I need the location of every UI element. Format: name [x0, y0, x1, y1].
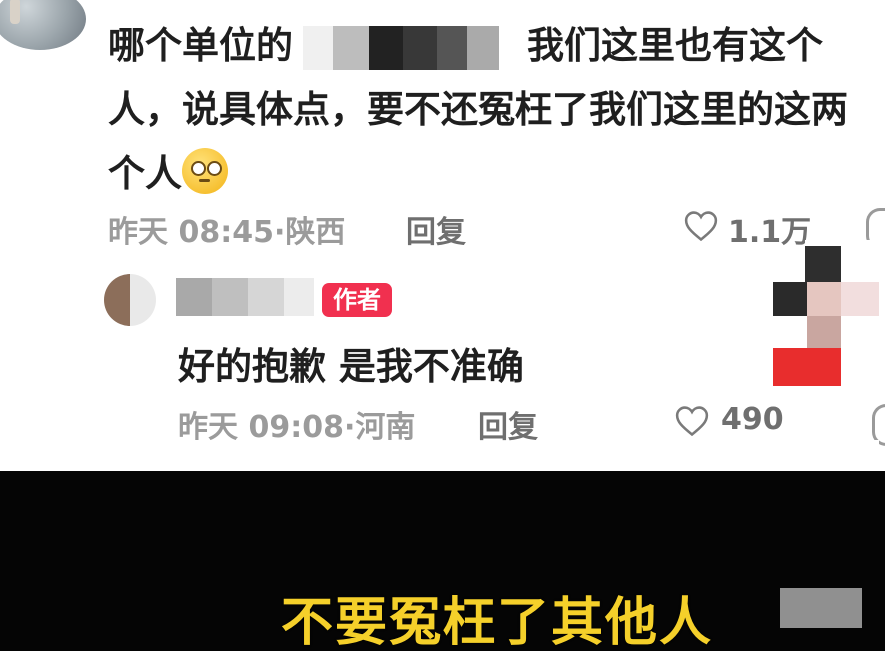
reply-text: 好的抱歉 是我不准确	[178, 345, 524, 388]
reply-time: 昨天 09:08	[178, 410, 344, 445]
redacted-name	[303, 25, 499, 70]
comment-meta: 昨天 08:45·陕西	[108, 215, 346, 250]
comment-time: 昨天 08:45	[108, 215, 274, 250]
video-subtitle: 不要冤枉了其他人	[281, 593, 714, 653]
reply-button[interactable]: 回复	[478, 402, 538, 446]
author-avatar[interactable]	[104, 274, 156, 326]
reply-meta: 昨天 09:08·河南	[178, 410, 416, 445]
redacted-author-name	[176, 278, 314, 316]
watermark	[780, 588, 862, 628]
like-heart-icon[interactable]	[684, 210, 718, 242]
face-with-rolling-eyes-icon	[182, 148, 228, 194]
author-badge: 作者	[322, 283, 392, 317]
reply-button[interactable]: 回复	[406, 207, 466, 251]
commenter-avatar[interactable]	[0, 0, 86, 50]
like-heart-icon[interactable]	[675, 405, 709, 437]
reply-location: 河南	[355, 410, 416, 445]
pixelated-overlay	[773, 240, 885, 490]
comment-text: 哪个单位的 我们这里也有这个 人，说具体点，要不还冤枉了我们这里的这两 个人	[108, 24, 848, 195]
comment-location: 陕西	[285, 215, 346, 250]
